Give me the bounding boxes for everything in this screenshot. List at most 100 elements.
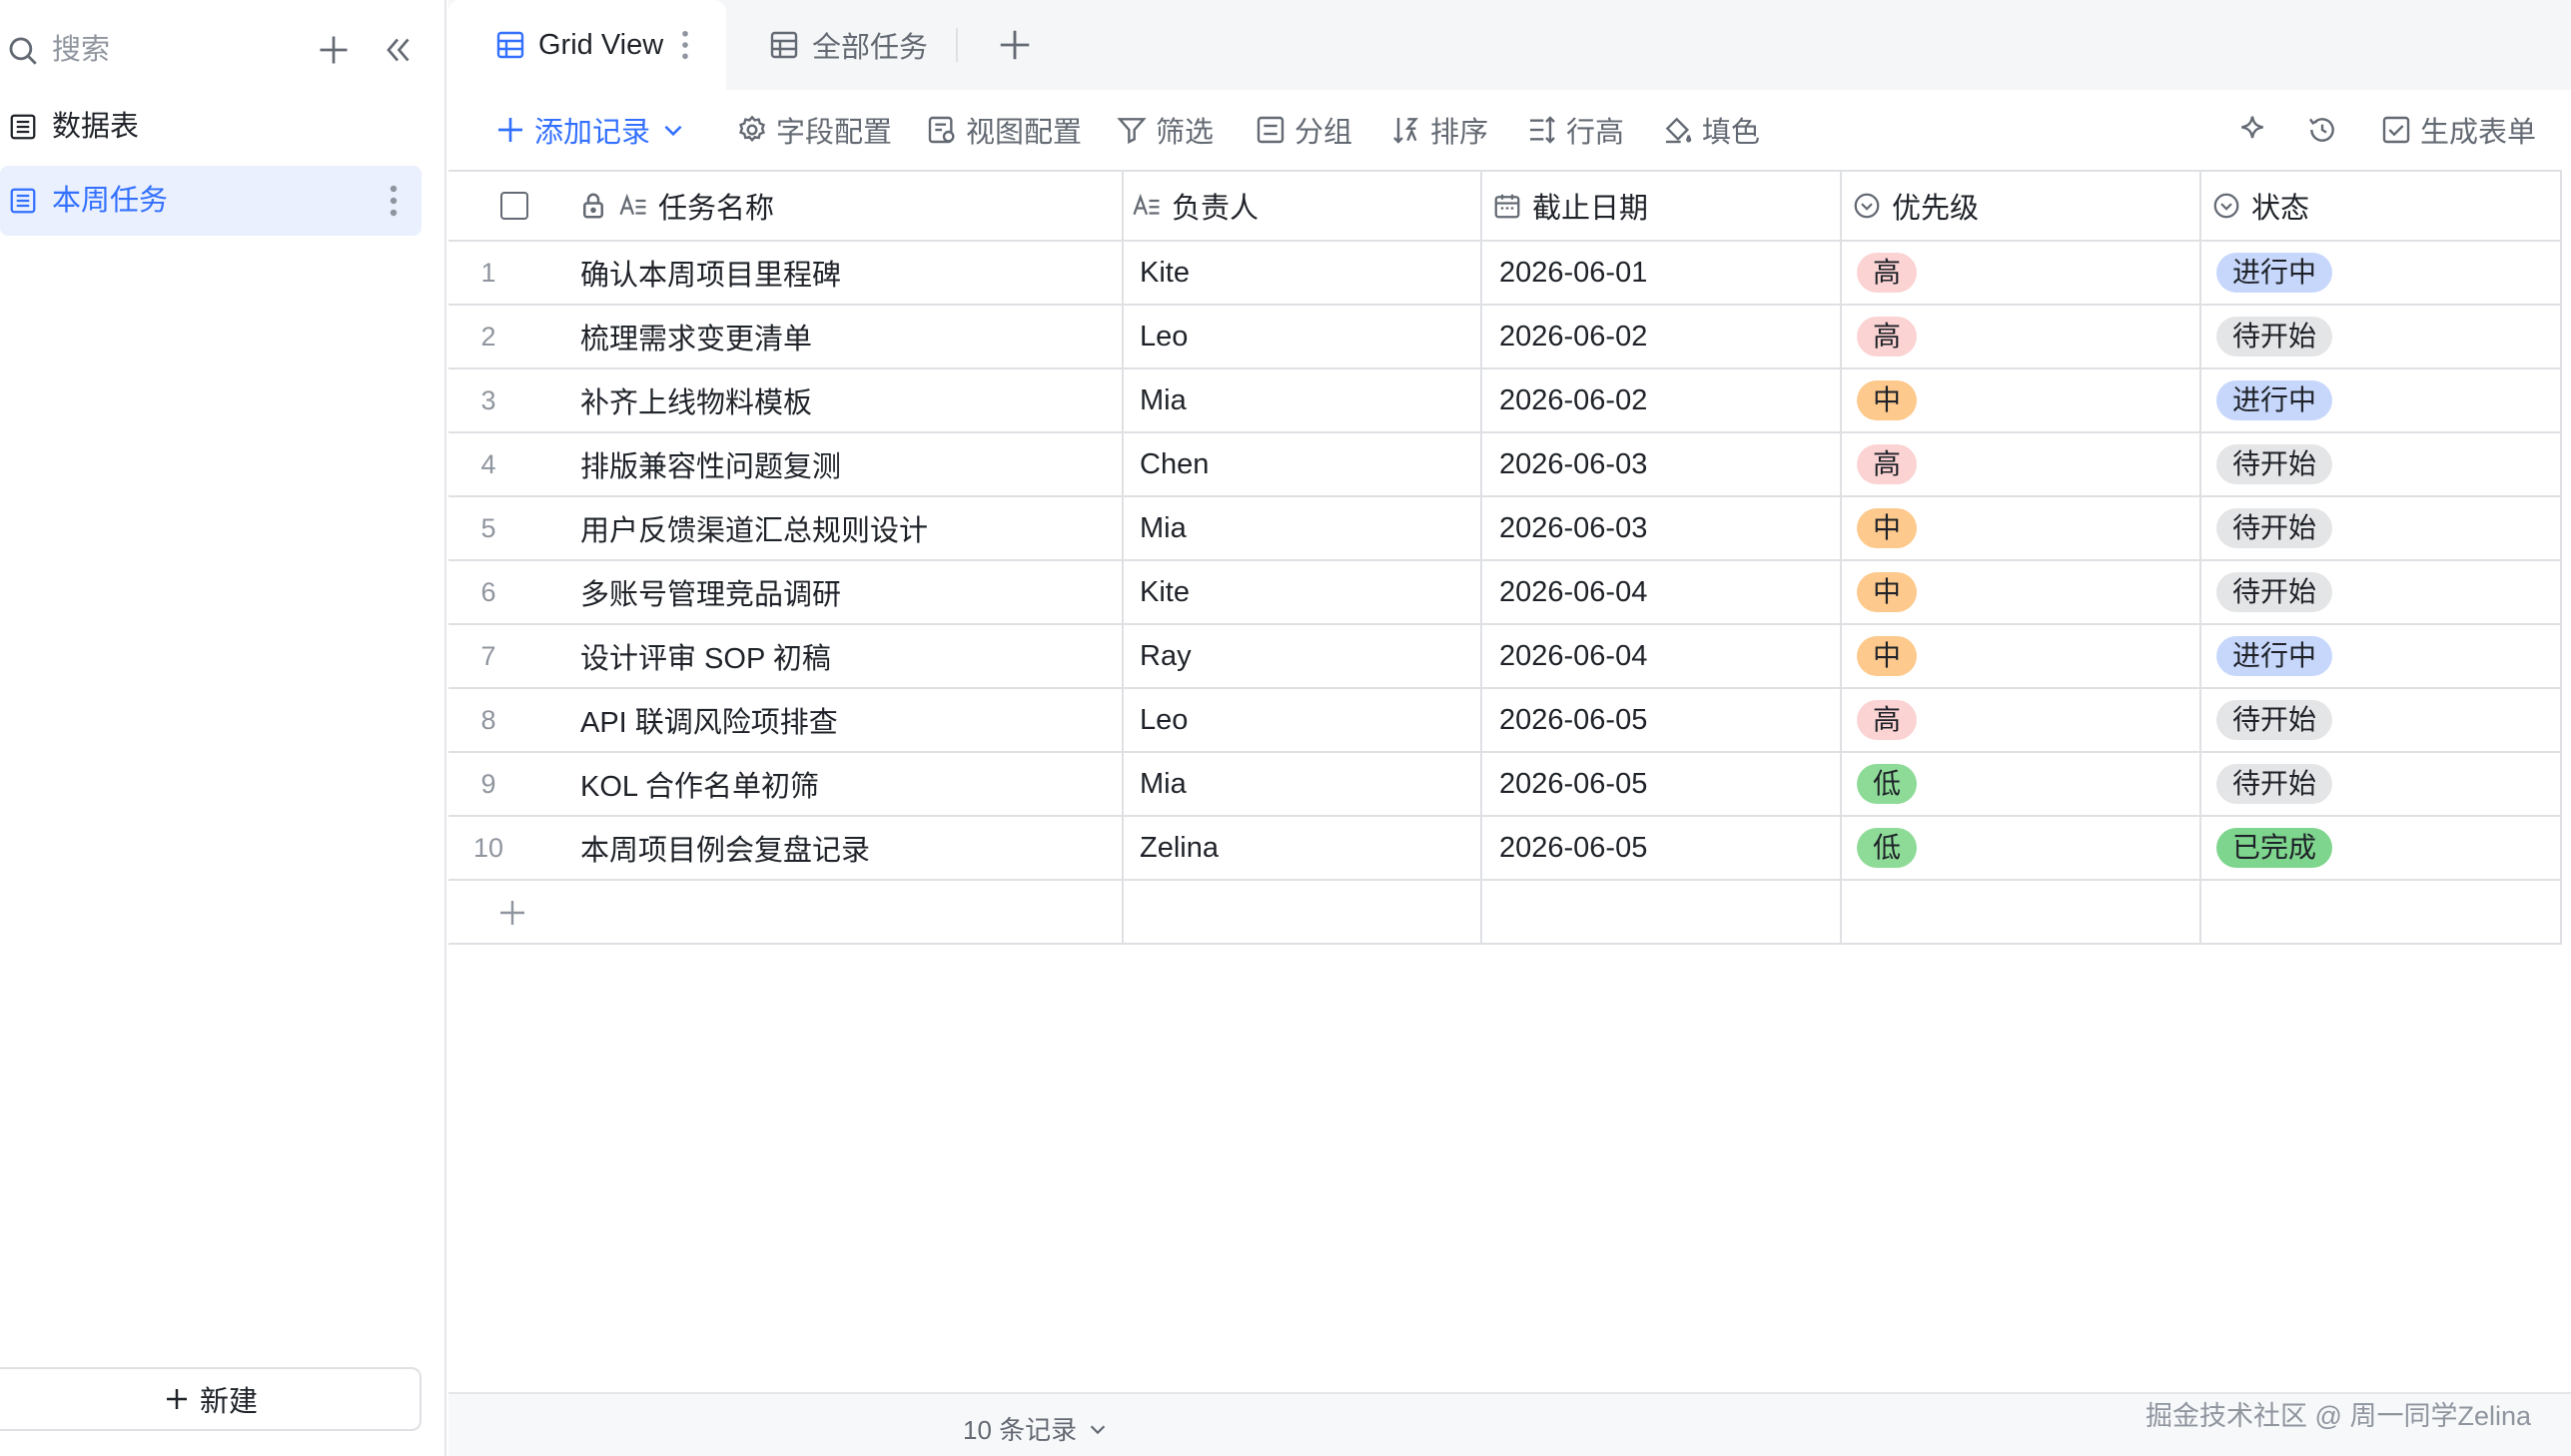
table-row[interactable]: 9 KOL 合作名单初筛 Mia 2026-06-05 低 待开始 [448, 753, 2562, 817]
due-date-cell[interactable]: 2026-06-05 [1499, 753, 1647, 815]
status-cell[interactable]: 进行中 [2216, 369, 2333, 431]
priority-cell[interactable]: 中 [1857, 497, 1918, 559]
task-name-cell[interactable]: 多账号管理竞品调研 [580, 561, 841, 623]
priority-cell[interactable]: 低 [1857, 817, 1918, 879]
field-config-button[interactable]: 字段配置 [736, 110, 892, 150]
history-button[interactable] [2306, 110, 2346, 150]
priority-tag: 中 [1857, 380, 1918, 420]
owner-cell[interactable]: Leo [1140, 306, 1188, 367]
search-placeholder[interactable]: 搜索 [52, 32, 110, 68]
table-row[interactable]: 1 确认本周项目里程碑 Kite 2026-06-01 高 进行中 [448, 242, 2562, 306]
owner-cell[interactable]: Zelina [1140, 817, 1219, 879]
generate-form-button[interactable]: 生成表单 [2380, 110, 2536, 150]
task-name-cell[interactable]: 排版兼容性问题复测 [580, 433, 841, 495]
status-cell[interactable]: 待开始 [2216, 753, 2333, 815]
filter-button[interactable]: 筛选 [1116, 110, 1214, 150]
add-view-icon[interactable] [996, 26, 1034, 64]
column-divider [2560, 170, 2562, 945]
add-row-button[interactable] [448, 881, 2562, 945]
priority-cell[interactable]: 高 [1857, 242, 1918, 304]
status-cell[interactable]: 待开始 [2216, 306, 2333, 367]
more-icon[interactable] [390, 184, 398, 218]
priority-cell[interactable]: 中 [1857, 625, 1918, 687]
column-header-due-date[interactable]: 截止日期 [1492, 172, 1648, 240]
due-date-cell[interactable]: 2026-06-03 [1499, 497, 1647, 559]
status-cell[interactable]: 待开始 [2216, 561, 2333, 623]
owner-cell[interactable]: Mia [1140, 497, 1187, 559]
column-header-task-name[interactable]: 任务名称 [578, 172, 774, 240]
table-row[interactable]: 2 梳理需求变更清单 Leo 2026-06-02 高 待开始 [448, 306, 2562, 369]
due-date-cell[interactable]: 2026-06-01 [1499, 242, 1647, 304]
task-name-cell[interactable]: 补齐上线物料模板 [580, 369, 812, 431]
more-icon[interactable] [681, 30, 689, 60]
due-date-cell[interactable]: 2026-06-04 [1499, 625, 1647, 687]
task-name-cell[interactable]: API 联调风险项排查 [580, 689, 838, 751]
table-icon [10, 114, 36, 140]
task-name-cell[interactable]: 设计评审 SOP 初稿 [580, 625, 831, 687]
table-row[interactable]: 3 补齐上线物料模板 Mia 2026-06-02 中 进行中 [448, 369, 2562, 433]
status-cell[interactable]: 待开始 [2216, 433, 2333, 495]
view-config-button[interactable]: 视图配置 [926, 110, 1082, 150]
task-name-cell[interactable]: 确认本周项目里程碑 [580, 242, 841, 304]
owner-cell[interactable]: Mia [1140, 753, 1187, 815]
task-name-cell[interactable]: 梳理需求变更清单 [580, 306, 812, 367]
status-cell[interactable]: 待开始 [2216, 689, 2333, 751]
status-cell[interactable]: 已完成 [2216, 817, 2333, 879]
add-record-button[interactable]: 添加记录 [494, 110, 686, 150]
collapse-sidebar-icon[interactable] [380, 32, 416, 68]
table-row[interactable]: 5 用户反馈渠道汇总规则设计 Mia 2026-06-03 中 待开始 [448, 497, 2562, 561]
new-button[interactable]: 新建 [0, 1367, 422, 1431]
chevron-down-icon[interactable] [660, 117, 686, 143]
plus-icon [498, 118, 522, 142]
due-date-cell[interactable]: 2026-06-04 [1499, 561, 1647, 623]
status-cell[interactable]: 进行中 [2216, 242, 2333, 304]
tab-all-tasks[interactable]: 全部任务 [768, 0, 928, 90]
due-date-cell[interactable]: 2026-06-02 [1499, 306, 1647, 367]
priority-cell[interactable]: 高 [1857, 306, 1918, 367]
new-button-label: 新建 [199, 1386, 258, 1418]
status-cell[interactable]: 待开始 [2216, 497, 2333, 559]
sidebar-search[interactable]: 搜索 [0, 18, 446, 82]
ai-sparkle-button[interactable] [2236, 110, 2276, 150]
sidebar-item-weekly-tasks[interactable]: 本周任务 [0, 166, 422, 236]
owner-cell[interactable]: Kite [1140, 561, 1190, 623]
record-count-selector[interactable]: 10 条记录 [963, 1410, 1109, 1447]
task-name-cell[interactable]: KOL 合作名单初筛 [580, 753, 819, 815]
task-name-cell[interactable]: 本周项目例会复盘记录 [580, 817, 870, 879]
owner-cell[interactable]: Mia [1140, 369, 1187, 431]
row-number: 7 [480, 640, 496, 671]
field-config-label: 字段配置 [776, 117, 893, 149]
table-row[interactable]: 7 设计评审 SOP 初稿 Ray 2026-06-04 中 进行中 [448, 625, 2562, 689]
priority-cell[interactable]: 高 [1857, 689, 1918, 751]
priority-cell[interactable]: 中 [1857, 561, 1918, 623]
table-row[interactable]: 8 API 联调风险项排查 Leo 2026-06-05 高 待开始 [448, 689, 2562, 753]
due-date-cell[interactable]: 2026-06-05 [1499, 817, 1647, 879]
status-cell[interactable]: 进行中 [2216, 625, 2333, 687]
row-height-button[interactable]: 行高 [1526, 110, 1624, 150]
owner-cell[interactable]: Leo [1140, 689, 1188, 751]
owner-cell[interactable]: Kite [1140, 242, 1190, 304]
column-header-priority[interactable]: 优先级 [1852, 172, 1979, 240]
table-row[interactable]: 4 排版兼容性问题复测 Chen 2026-06-03 高 待开始 [448, 433, 2562, 497]
select-all-checkbox[interactable] [500, 172, 528, 240]
table-row[interactable]: 6 多账号管理竞品调研 Kite 2026-06-04 中 待开始 [448, 561, 2562, 625]
due-date-cell[interactable]: 2026-06-03 [1499, 433, 1647, 495]
fill-color-button[interactable]: 填色 [1662, 110, 1760, 150]
filter-icon [1117, 118, 1147, 144]
priority-cell[interactable]: 低 [1857, 753, 1918, 815]
tab-grid-view[interactable]: Grid View [448, 0, 726, 90]
priority-cell[interactable]: 高 [1857, 433, 1918, 495]
due-date-cell[interactable]: 2026-06-02 [1499, 369, 1647, 431]
column-header-owner[interactable]: 负责人 [1132, 172, 1259, 240]
priority-cell[interactable]: 中 [1857, 369, 1918, 431]
due-date-cell[interactable]: 2026-06-05 [1499, 689, 1647, 751]
sidebar-item-data-table[interactable]: 数据表 [0, 92, 422, 162]
group-button[interactable]: 分组 [1255, 110, 1352, 150]
owner-cell[interactable]: Ray [1140, 625, 1192, 687]
owner-cell[interactable]: Chen [1140, 433, 1209, 495]
task-name-cell[interactable]: 用户反馈渠道汇总规则设计 [580, 497, 928, 559]
sort-button[interactable]: 排序 [1390, 110, 1488, 150]
table-row[interactable]: 10 本周项目例会复盘记录 Zelina 2026-06-05 低 已完成 [448, 817, 2562, 881]
add-table-icon[interactable] [316, 32, 352, 68]
column-header-status[interactable]: 状态 [2211, 172, 2309, 240]
